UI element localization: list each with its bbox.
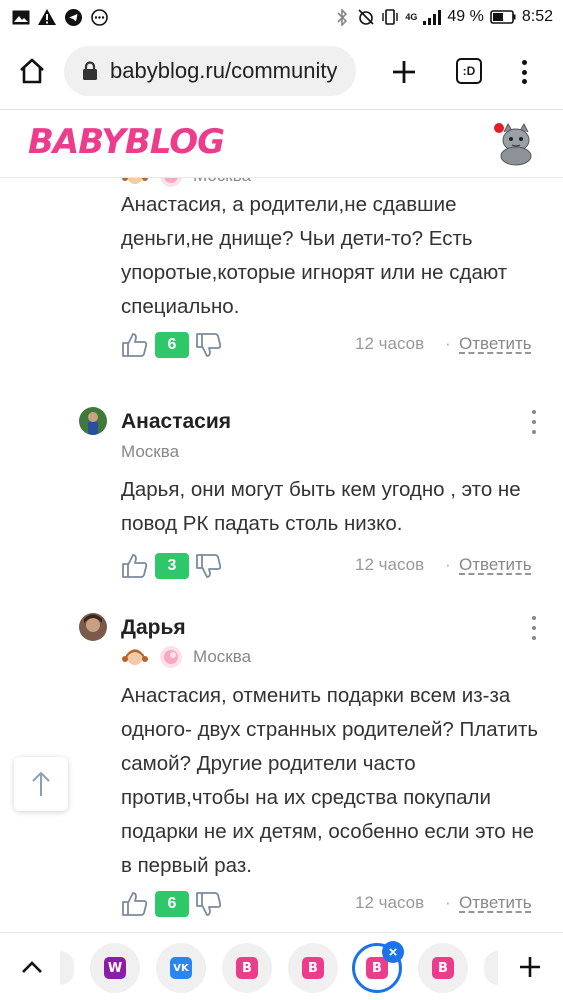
clock: 8:52	[521, 8, 553, 25]
reply-link[interactable]: Ответить	[459, 893, 532, 913]
comment-city: Москва	[193, 647, 252, 666]
address-bar[interactable]: babyblog.ru/community	[64, 46, 356, 96]
menu-dot	[521, 60, 527, 65]
site-header: BABYBLOG	[0, 110, 563, 178]
new-tab-button[interactable]	[516, 953, 544, 981]
gallery-icon	[12, 9, 30, 25]
more-notifications-icon	[90, 8, 108, 26]
reply-link[interactable]: Ответить	[459, 334, 532, 354]
babyblog-icon: B	[432, 957, 454, 979]
comment: Анастасия Москва Дарья, они могут быть к…	[0, 402, 563, 582]
tab-babyblog[interactable]: B	[222, 943, 272, 993]
expand-tabs-button[interactable]	[18, 953, 46, 981]
comment-meta: Москва	[121, 645, 251, 669]
home-button[interactable]	[0, 34, 64, 108]
alarm-off-icon	[357, 9, 375, 25]
tab-wildberries[interactable]: W	[90, 943, 140, 993]
arrow-up-icon	[32, 771, 50, 796]
comment-time: 12 часов	[355, 893, 425, 912]
comment-time: 12 часов	[355, 334, 425, 353]
tab-babyblog[interactable]: B	[288, 943, 338, 993]
comment-actions: 6 12 часов · Ответить	[121, 330, 541, 360]
bottom-tab-strip: W VK B B B × B	[0, 932, 563, 1000]
tab-switcher-label: :D	[462, 64, 476, 78]
browser-toolbar: babyblog.ru/community :D	[0, 34, 563, 108]
warning-icon	[38, 9, 56, 25]
status-bar: 4G 49 % 8:52	[0, 0, 563, 34]
comment-author[interactable]: Дарья	[121, 616, 186, 640]
notification-dot	[494, 123, 504, 133]
scroll-to-top-button[interactable]	[14, 757, 68, 811]
comment-meta: Москва	[121, 442, 179, 462]
plus-icon	[520, 957, 540, 977]
comment: Москва Анастасия, а родители,не сдавшие …	[0, 178, 563, 374]
babyblog-icon: B	[302, 957, 324, 979]
comment-text: Анастасия, а родители,не сдавшие деньги,…	[121, 193, 508, 318]
avatar[interactable]	[79, 407, 107, 435]
comment-time: 12 часов	[355, 555, 425, 574]
separator-dot: ·	[445, 555, 451, 574]
chevron-up-icon	[22, 961, 42, 973]
menu-dot	[521, 79, 527, 84]
network-type: 4G	[405, 12, 418, 22]
telegram-icon	[64, 8, 82, 26]
pregnancy-badge-icon	[157, 645, 185, 669]
tab-edge	[484, 951, 498, 985]
menu-dot	[521, 69, 527, 75]
url-text: babyblog.ru/community	[110, 58, 338, 83]
babyblog-icon: B	[366, 957, 388, 979]
comment-score: 6	[155, 332, 189, 358]
like-icon[interactable]	[121, 332, 149, 358]
babyblog-icon: B	[236, 957, 258, 979]
tab-vk[interactable]: VK	[156, 943, 206, 993]
vibrate-icon	[381, 9, 399, 25]
tab-edge	[60, 951, 74, 985]
dislike-icon[interactable]	[195, 332, 223, 358]
reply-link[interactable]: Ответить	[459, 555, 532, 575]
comment-city: Москва	[193, 178, 251, 186]
comment-author[interactable]: Анастасия	[121, 410, 231, 434]
separator-dot: ·	[445, 893, 451, 912]
comment-actions: 6 12 часов · Ответить	[121, 889, 541, 919]
battery-percent: 49 %	[447, 8, 484, 25]
lock-icon	[83, 61, 97, 80]
comment-menu-button[interactable]	[530, 410, 538, 434]
new-tab-button[interactable]	[388, 56, 420, 88]
comment-score: 6	[155, 891, 189, 917]
tab-switcher-button[interactable]: :D	[456, 58, 482, 84]
girl-badge-icon	[121, 178, 149, 188]
close-tab-icon[interactable]: ×	[382, 941, 404, 963]
tab-babyblog[interactable]: B	[418, 943, 468, 993]
home-icon	[20, 58, 44, 84]
babyblog-logo[interactable]: BABYBLOG	[28, 122, 225, 162]
avatar[interactable]	[79, 613, 107, 641]
like-icon[interactable]	[121, 891, 149, 917]
comment-text: Анастасия, отменить подарки всем из-за о…	[121, 684, 539, 877]
comment-score: 3	[155, 553, 189, 579]
comment-actions: 3 12 часов · Ответить	[121, 551, 541, 581]
bluetooth-icon	[333, 8, 351, 26]
comments-feed: Москва Анастасия, а родители,не сдавшие …	[0, 178, 563, 932]
comment-text: Дарья, они могут быть кем угодно , это н…	[121, 478, 521, 535]
like-icon[interactable]	[121, 553, 149, 579]
dislike-icon[interactable]	[195, 553, 223, 579]
plus-icon	[393, 61, 415, 83]
pregnancy-badge-icon	[157, 178, 185, 188]
comment-menu-button[interactable]	[530, 616, 538, 640]
signal-icon	[423, 9, 442, 25]
comment: Дарья Москва Анастасия, отменить подарки…	[0, 608, 563, 928]
comment-meta: Москва	[121, 178, 251, 188]
comment-city: Москва	[121, 442, 180, 461]
dislike-icon[interactable]	[195, 891, 223, 917]
vk-icon: VK	[170, 957, 192, 979]
wildberries-icon: W	[104, 957, 126, 979]
battery-icon	[490, 9, 516, 25]
girl-badge-icon	[121, 645, 149, 669]
browser-menu-button[interactable]	[516, 56, 532, 88]
separator-dot: ·	[445, 334, 451, 353]
